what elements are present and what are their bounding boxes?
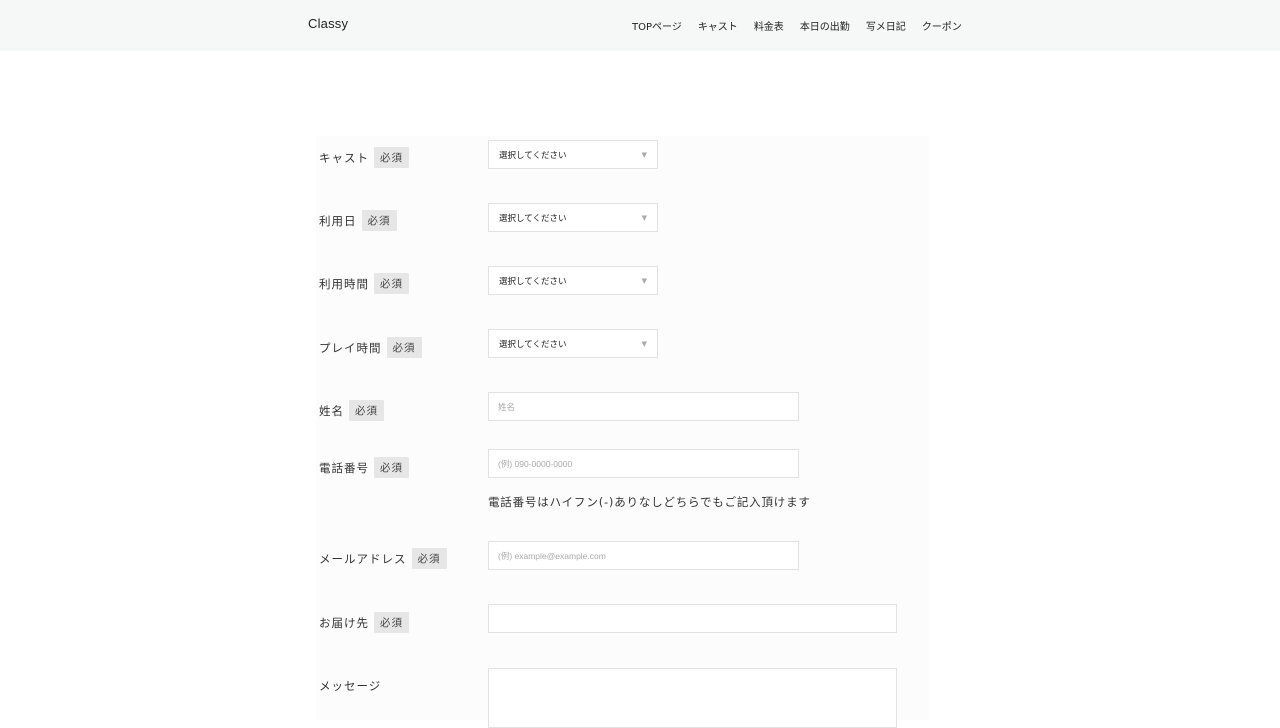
nav-item-top[interactable]: TOPページ bbox=[632, 18, 682, 33]
name-input[interactable] bbox=[488, 392, 799, 421]
message-label: メッセージ bbox=[319, 678, 381, 694]
address-label-text: お届け先 bbox=[319, 615, 369, 630]
time-select-value: 選択してください bbox=[499, 276, 567, 287]
cast-label-text: キャスト bbox=[319, 150, 369, 165]
phone-label: 電話番号 必須 bbox=[319, 457, 409, 478]
time-label-text: 利用時間 bbox=[319, 276, 369, 291]
cast-label: キャスト 必須 bbox=[319, 147, 409, 168]
date-label: 利用日 必須 bbox=[319, 210, 397, 231]
chevron-down-icon: ▼ bbox=[641, 213, 647, 222]
required-badge: 必須 bbox=[374, 612, 409, 633]
required-badge: 必須 bbox=[411, 548, 447, 569]
chevron-down-icon: ▼ bbox=[641, 150, 647, 159]
name-label: 姓名 必須 bbox=[319, 400, 384, 421]
email-label-text: メールアドレス bbox=[319, 551, 407, 566]
nav-item-coupon[interactable]: クーポン bbox=[922, 18, 962, 33]
cast-select[interactable]: 選択してください ▼ bbox=[488, 140, 658, 169]
date-select[interactable]: 選択してください ▼ bbox=[488, 203, 658, 232]
phone-input[interactable] bbox=[488, 449, 799, 478]
required-badge: 必須 bbox=[374, 457, 409, 478]
play-time-select-value: 選択してください bbox=[499, 339, 567, 350]
required-badge: 必須 bbox=[349, 400, 384, 421]
address-input[interactable] bbox=[488, 604, 897, 633]
play-time-label: プレイ時間 必須 bbox=[319, 337, 422, 358]
nav-item-price[interactable]: 料金表 bbox=[754, 18, 784, 33]
phone-hint: 電話番号はハイフン(-)ありなしどちらでもご記入頂けます bbox=[488, 495, 811, 509]
name-label-text: 姓名 bbox=[319, 403, 344, 418]
brand-logo[interactable]: Classy bbox=[308, 16, 348, 31]
address-label: お届け先 必須 bbox=[319, 612, 409, 633]
cast-select-value: 選択してください bbox=[499, 150, 567, 161]
nav-item-schedule[interactable]: 本日の出勤 bbox=[800, 18, 850, 33]
nav-item-diary[interactable]: 写メ日記 bbox=[866, 18, 906, 33]
nav-item-cast[interactable]: キャスト bbox=[698, 18, 738, 33]
play-time-label-text: プレイ時間 bbox=[319, 340, 382, 355]
date-label-text: 利用日 bbox=[319, 213, 357, 228]
time-label: 利用時間 必須 bbox=[319, 273, 409, 294]
message-textarea[interactable] bbox=[488, 668, 897, 728]
chevron-down-icon: ▼ bbox=[641, 339, 647, 348]
email-input[interactable] bbox=[488, 541, 799, 570]
site-header: Classy TOPページ キャスト 料金表 本日の出勤 写メ日記 クーポン bbox=[0, 0, 1280, 51]
main-nav: TOPページ キャスト 料金表 本日の出勤 写メ日記 クーポン bbox=[632, 18, 962, 33]
date-select-value: 選択してください bbox=[499, 213, 567, 224]
required-badge: 必須 bbox=[361, 210, 397, 231]
required-badge: 必須 bbox=[374, 273, 409, 294]
message-label-text: メッセージ bbox=[319, 679, 382, 693]
email-label: メールアドレス 必須 bbox=[319, 548, 447, 569]
time-select[interactable]: 選択してください ▼ bbox=[488, 266, 658, 295]
required-badge: 必須 bbox=[374, 147, 409, 168]
phone-label-text: 電話番号 bbox=[319, 460, 369, 475]
play-time-select[interactable]: 選択してください ▼ bbox=[488, 329, 658, 358]
chevron-down-icon: ▼ bbox=[641, 276, 647, 285]
required-badge: 必須 bbox=[386, 337, 422, 358]
